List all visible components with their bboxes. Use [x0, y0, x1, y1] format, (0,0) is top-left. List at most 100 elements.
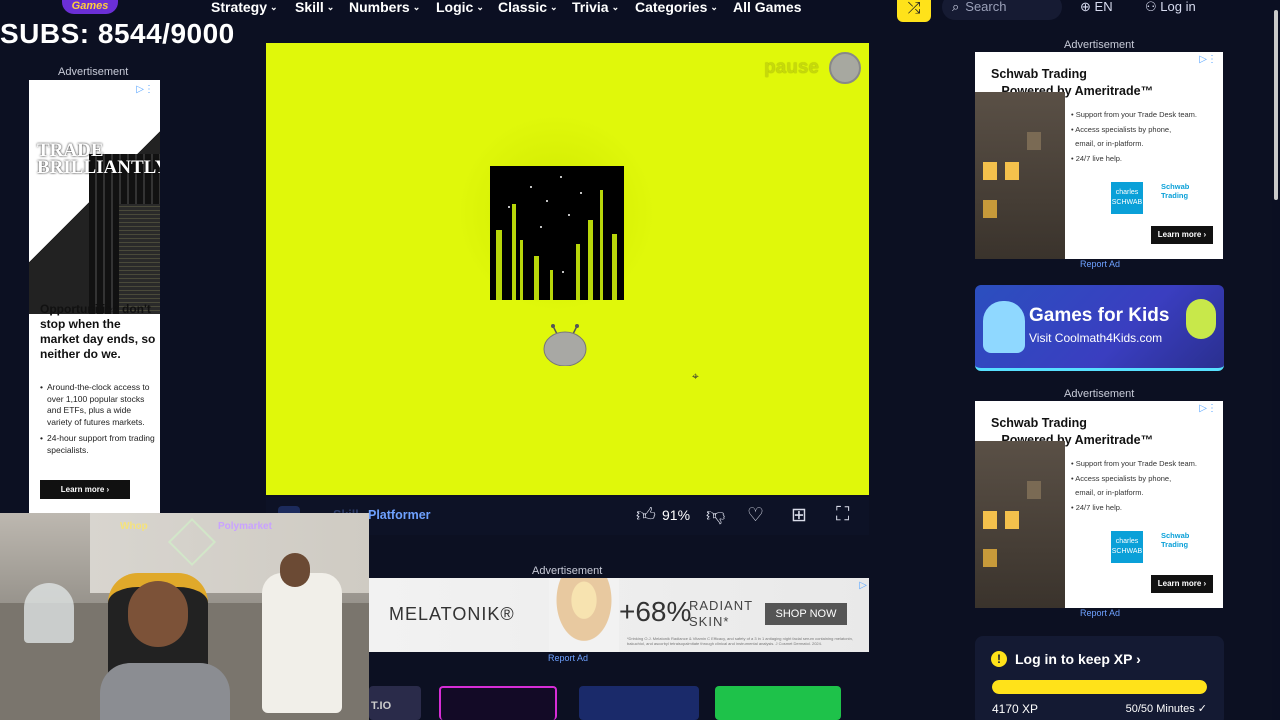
schwab-logo: charles SCHWAB [1111, 531, 1143, 563]
portal-bar [520, 240, 523, 300]
mouse-cursor-icon: ⌖ [692, 369, 699, 383]
report-ad-link[interactable]: Report Ad [1080, 608, 1120, 618]
game-thumbnails-row: T.IO [369, 686, 869, 720]
xp-card: ! Log in to keep XP › 4170 XP 50/50 Minu… [975, 636, 1224, 720]
scrollbar-thumb[interactable] [1274, 10, 1278, 200]
star [562, 271, 564, 273]
report-ad-link[interactable]: Report Ad [548, 653, 588, 663]
nav-classic[interactable]: Classic ⌄ [498, 0, 558, 15]
fullscreen-icon[interactable]: ⛶ [836, 504, 849, 526]
alien-character [1186, 299, 1216, 339]
schwab-logo: charles SCHWAB [1111, 182, 1143, 214]
globe-icon: ⊕ [1080, 0, 1091, 14]
portal-bar [612, 234, 617, 300]
ad-label: Advertisement [1064, 388, 1135, 400]
learn-more-button[interactable]: Learn more › [40, 480, 130, 499]
ad-brand: MELATONIK® [389, 604, 515, 624]
shop-now-button[interactable]: SHOP NOW [765, 603, 847, 625]
schwab-advertisement[interactable]: Schwab Trading Powered by Ameritrade™ • … [975, 52, 1223, 259]
schwab-advertisement[interactable]: Schwab Trading Powered by Ameritrade™ • … [975, 401, 1223, 608]
rating-percent: 91% [662, 507, 691, 523]
star [530, 186, 532, 188]
page: Games Strategy ⌄ Skill ⌄ Numbers ⌄ Logic ⌄ C… [0, 0, 1280, 720]
nav-all-games[interactable]: All Games [733, 0, 801, 15]
webcam-overlay: Whop Polymarket [0, 513, 369, 720]
webcam-lamp [24, 583, 74, 643]
thumbs-down-icon[interactable]: 👎︎ [706, 504, 725, 527]
search-input[interactable]: ⌕ Search [942, 0, 1062, 20]
ad-photo [29, 94, 160, 314]
pause-label[interactable]: pause [764, 57, 819, 79]
ad-label: Advertisement [1064, 39, 1135, 51]
pause-button[interactable] [829, 52, 861, 84]
game-thumbnail[interactable] [715, 686, 841, 720]
report-ad-link[interactable]: Report Ad [1080, 259, 1120, 269]
portal [490, 166, 624, 300]
heart-icon[interactable]: ♡ [747, 504, 764, 527]
schwab-trading-logo: Schwab Trading [1161, 182, 1190, 200]
xp-progress-bar [992, 680, 1207, 694]
ad-hero-text: TRADE BRILLIANTLY [37, 140, 160, 178]
ad-bullet: 24-hour support from trading specialists… [40, 433, 156, 456]
game-title[interactable]: Platformer [368, 508, 431, 522]
chevron-down-icon: ⌄ [326, 2, 335, 12]
ad-choices-icon[interactable]: ▷ [859, 580, 867, 591]
left-advertisement[interactable]: TRADE BRILLIANTLY ▷⋮ Opportunities don't… [29, 80, 160, 514]
ad-choices-icon[interactable]: ▷⋮ [1199, 54, 1217, 65]
ad-building-image [975, 441, 1065, 608]
portal-bar [512, 204, 516, 300]
ad-choices-icon[interactable]: ▷⋮ [136, 84, 154, 95]
schwab-trading-logo: Schwab Trading [1161, 531, 1190, 549]
octopus-character [983, 301, 1025, 353]
learn-more-button[interactable]: Learn more › [1151, 575, 1213, 593]
game-thumbnail[interactable]: T.IO [369, 686, 421, 720]
ad-choices-icon[interactable]: ▷⋮ [1199, 403, 1217, 414]
star [546, 200, 548, 202]
search-icon: ⌕ [952, 0, 960, 14]
portal-bar [496, 230, 502, 300]
language-selector[interactable]: ⊕ EN [1080, 0, 1113, 15]
game-canvas[interactable]: pause ⌖ [266, 43, 869, 495]
chevron-right-icon: › [1136, 651, 1141, 667]
streamer-head [128, 581, 188, 647]
nav-categories[interactable]: Categories ⌄ [635, 0, 718, 15]
nav-logic[interactable]: Logic ⌄ [436, 0, 484, 15]
ad-bullets: • Support from your Trade Desk team. • A… [1071, 459, 1198, 512]
subs-overlay: SUBS: 8544/9000 [0, 18, 235, 49]
site-logo[interactable]: Games [62, 0, 118, 14]
games-for-kids-banner[interactable]: Games for Kids Visit Coolmath4Kids.com [975, 285, 1224, 371]
portal-bar [550, 270, 553, 300]
login-link[interactable]: ⚇ Log in [1145, 0, 1196, 15]
nav-strategy[interactable]: Strategy ⌄ [211, 0, 278, 15]
xp-login-link[interactable]: Log in to keep XP › [1015, 651, 1141, 667]
nav-skill[interactable]: Skill ⌄ [295, 0, 334, 15]
random-game-button[interactable]: ⤮ [897, 0, 931, 22]
ad-building-image [975, 92, 1065, 259]
chevron-down-icon: ⌄ [550, 2, 558, 12]
thumbs-up-icon[interactable]: 👍︎ [636, 504, 656, 527]
melatonik-advertisement[interactable]: MELATONIK® +68% RADIANT SKIN* SHOP NOW *D… [369, 578, 869, 652]
portal-bar [576, 244, 580, 300]
game-thumbnail[interactable] [439, 686, 557, 720]
ad-fine-print: *Drinking O.J. Melatonik Radiance & Vita… [627, 636, 853, 646]
second-person [262, 573, 342, 713]
alert-icon: ! [991, 651, 1007, 667]
shuffle-icon: ⤮ [907, 0, 921, 17]
ad-bullets: Around-the-clock access to over 1,100 po… [40, 382, 156, 461]
ad-stat: +68% [619, 596, 692, 627]
nav-numbers[interactable]: Numbers ⌄ [349, 0, 420, 15]
gamepad-icon[interactable]: ⊞ [791, 504, 807, 527]
second-person-head [280, 553, 310, 587]
user-icon: ⚇ [1145, 0, 1157, 14]
chevron-down-icon: ⌄ [270, 2, 278, 12]
star [540, 226, 542, 228]
chevron-down-icon: ⌄ [476, 2, 484, 12]
game-thumbnail[interactable] [579, 686, 699, 720]
neon-sign-right: Polymarket [218, 521, 272, 532]
xp-progress-fill [992, 680, 1207, 694]
nav-trivia[interactable]: Trivia ⌄ [572, 0, 619, 15]
star [580, 192, 582, 194]
learn-more-button[interactable]: Learn more › [1151, 226, 1213, 244]
ad-bullet: Around-the-clock access to over 1,100 po… [40, 382, 156, 428]
chevron-down-icon: ⌄ [710, 2, 718, 12]
